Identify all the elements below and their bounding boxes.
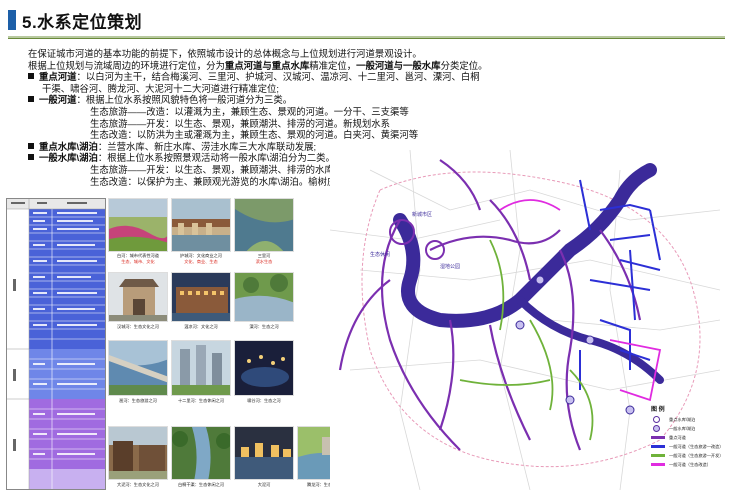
photo-shierli-leisure [171,340,231,396]
general-rivers-line: 一般河道：根据上位水系按照风貌特色将一般河道分为三类。 [28,94,528,106]
title-bar: 5.水系定位策划 [0,0,733,44]
photo-caption: 汉城河：生态文化之河 [117,324,159,329]
title-accent [8,10,16,30]
photo-caption: 溧河：生态之河 [249,324,279,329]
photo-wenliang-river [171,272,231,322]
general-river-green-swatch [651,454,665,457]
key-rivers-line-2: 干渠、啸谷河、腾龙河、大泥河十二大河道进行精准定位; [42,82,279,94]
legend-item: 一般河道（生态旅游—开发） [651,452,729,461]
legend-title: 图 例 [651,407,665,413]
general-river-item: 生态旅游——开发：以生态、景观，兼顾潮洪、排涝的河道。新规划水系 [90,117,391,129]
bullet-icon [28,96,34,103]
page-title: 5.水系定位策划 [22,13,143,32]
photo-caption-red: 滨水生态 [255,259,273,264]
photo-moat-river [171,198,231,252]
photo-shierli-river [234,272,294,322]
photo-caption: 温凉河：文化之河 [184,324,218,329]
photo-dani-river [108,426,168,480]
photo-hancheng-river [108,272,168,322]
map-label: 新城市区 [412,211,432,218]
legend-item: 一般河道（生态旅游—改造） [651,443,729,452]
intro-line-1: 在保证城市河道的基本功能的前提下，依照城市设计的总体概念与上位规划进行河道景观设… [28,48,422,59]
map-legend: 图 例 重点水库\湖泊 一般水库\湖泊 重点河道 一般河道（生态旅游—改造） 一… [651,404,729,470]
general-river-item: 生态改造：以防洪为主或灌溉为主，兼顾生态、景观的河道。白夹河、黄渠河等 [90,129,419,141]
general-river-blue-swatch [651,445,665,448]
reservoir-key-icon [653,416,660,423]
key-river-swatch [651,436,665,439]
photo-caption: 十二里河：生态休闲之河 [177,398,225,403]
photo-yong-river [108,340,168,396]
map-label: 湿地公园 [440,263,460,270]
table-grid [7,199,105,489]
photo-caption: 白桐干渠：生态休闲之河 [177,482,225,487]
bullet-icon [28,154,34,161]
general-river-magenta-swatch [651,463,665,466]
intro-line-2: 根据上位规划与流域周边的环境进行定位，分为重点河道与重点水库精准定位，一般河道与… [28,59,488,71]
general-river-item: 生态旅游——改造：以灌溉为主，兼顾生态、景观的河道。一分干、三支渠等 [90,105,409,117]
photo-caption: 大泥河：生态文化之河 [117,482,159,487]
photo-caption-red: 生态、城市、文化 [121,259,155,264]
photo-xiaogu-river [234,340,294,396]
photo-white-river [108,198,168,252]
legend-item: 一般水库\湖泊 [651,425,729,434]
legend-item: 重点水库\湖泊 [651,416,729,425]
bullet-icon [28,142,34,149]
photo-dani-scenery [234,426,294,480]
photo-caption: 邕河：生态旅游之河 [119,398,157,403]
photo-caption: 大泥河 [257,482,271,487]
photo-caption: 啸谷河：生态之河 [247,398,281,403]
key-rivers-line: 重点河道：以白河为主干，结合梅溪河、三里河、护城河、汉城河、温凉河、十二里河、邕… [28,71,528,83]
legend-item: 一般河道（生态改造） [651,461,729,470]
reservoir-general-icon [653,425,660,432]
bullet-icon [28,73,34,80]
photo-baitong-canal [171,426,231,480]
title-rule-dark [8,38,725,39]
photo-caption-red: 文化、商业、生态 [184,259,218,264]
photo-sanli-river [234,198,294,252]
legend-item: 重点河道 [651,434,729,443]
map-label: 生态休闲 [370,251,390,258]
river-positioning-table [6,198,106,490]
